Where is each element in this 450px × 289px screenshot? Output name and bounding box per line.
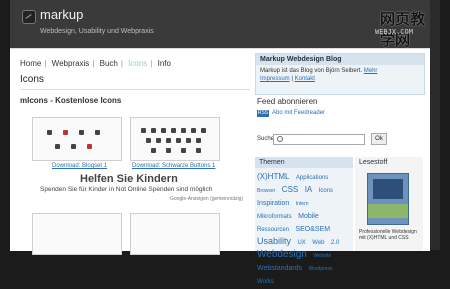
site-title[interactable]: markup xyxy=(40,7,83,22)
page-content: Home | Webpraxis | Buch | Icons | Info Icons… xyxy=(10,48,430,285)
button-sample xyxy=(176,138,181,143)
ad-attribution[interactable]: Google-Anzeigen (gemeinnützig) xyxy=(170,196,243,202)
tag-link[interactable]: Wordpress xyxy=(308,266,332,272)
watermark-url: WEBJX.COM xyxy=(375,28,413,36)
logo-icon xyxy=(22,10,36,24)
impressum-link[interactable]: Impressum xyxy=(260,76,290,82)
tag-link[interactable]: IA xyxy=(305,185,313,194)
button-sample xyxy=(151,148,156,153)
search-input[interactable] xyxy=(273,134,365,145)
button-sample xyxy=(151,128,156,133)
button-sample xyxy=(201,128,206,133)
book-title[interactable]: Professionelle Webdesign mit (X)HTML und… xyxy=(359,229,421,241)
button-sample xyxy=(156,138,161,143)
nav-separator: | xyxy=(150,59,153,68)
download-black-buttons-link[interactable]: Download: Schwarze Buttons 1 xyxy=(132,163,215,169)
icon-sample xyxy=(63,130,68,135)
site-tagline: Webdesign, Usability und Webpraxis xyxy=(40,28,154,35)
search-icon xyxy=(277,136,283,142)
topics-title: Themen xyxy=(255,157,353,168)
tag-link[interactable]: Intern xyxy=(296,201,309,207)
main-column: Home | Webpraxis | Buch | Icons | Info Icons… xyxy=(20,59,250,105)
blogset-preview[interactable] xyxy=(32,117,122,161)
book-cover-band xyxy=(368,204,408,218)
tag-cloud: (X)HTML Applications Browser CSS IA Icon… xyxy=(255,168,353,289)
icon-preview[interactable] xyxy=(32,213,122,255)
blog-description: Markup ist das Blog von Björn Seibert. M… xyxy=(260,68,378,82)
tag-link[interactable]: Mobile xyxy=(298,213,319,220)
feed-title: Feed abonnieren xyxy=(257,97,318,106)
icon-sample xyxy=(95,130,100,135)
nav-icons[interactable]: Icons xyxy=(128,59,147,68)
reading-title: Lesestoff xyxy=(359,159,388,166)
blog-title: Markup Webdesign Blog xyxy=(256,54,424,65)
tag-link[interactable]: Icons xyxy=(319,188,333,194)
tag-link[interactable]: Browser xyxy=(257,188,275,194)
icon-sample xyxy=(87,144,92,149)
black-buttons-preview[interactable] xyxy=(130,117,220,161)
button-sample xyxy=(171,128,176,133)
nav-webpraxis[interactable]: Webpraxis xyxy=(52,59,90,68)
tag-link[interactable]: Website xyxy=(313,253,331,259)
breadcrumb: Home | Webpraxis | Buch | Icons | Info xyxy=(20,59,250,68)
download-blogset-link[interactable]: Download: Blogset 1 xyxy=(52,163,107,169)
button-sample xyxy=(196,138,201,143)
nav-separator: | xyxy=(92,59,95,68)
tag-link[interactable]: Web xyxy=(312,240,324,246)
tag-link[interactable]: Webstandards xyxy=(257,265,302,272)
button-sample xyxy=(141,128,146,133)
blog-more-link[interactable]: Mehr xyxy=(364,68,378,74)
button-sample xyxy=(196,148,201,153)
button-sample xyxy=(186,138,191,143)
tag-link[interactable]: Webdesign xyxy=(257,249,307,260)
sidebar: Markup Webdesign Blog Markup ist das Blo… xyxy=(255,53,425,285)
topics-box: Themen (X)HTML Applications Browser CSS … xyxy=(255,157,353,285)
ad-text: Spenden Sie für Kinder in Not Online Spe… xyxy=(40,186,213,193)
tag-link[interactable]: Usability xyxy=(257,236,291,246)
button-sample xyxy=(181,128,186,133)
tag-link[interactable]: 2.0 xyxy=(331,240,339,246)
icon-sample xyxy=(79,130,84,135)
kontakt-link[interactable]: Kontakt xyxy=(295,76,315,82)
tag-link[interactable]: (X)HTML xyxy=(257,172,289,181)
icon-sample xyxy=(47,130,52,135)
icon-preview[interactable] xyxy=(130,213,220,255)
search-button[interactable]: Ok xyxy=(371,133,387,145)
nav-separator: | xyxy=(120,59,123,68)
nav-separator: | xyxy=(44,59,47,68)
rss-icon[interactable]: RSS xyxy=(257,110,269,117)
tag-link[interactable]: CSS xyxy=(282,185,298,194)
tag-link[interactable]: Mikroformats xyxy=(257,214,292,220)
icon-sample xyxy=(71,144,76,149)
blog-description-text: Markup ist das Blog von Björn Seibert. xyxy=(260,68,363,74)
icon-sample xyxy=(55,144,60,149)
tag-link[interactable]: SEO&SEM xyxy=(295,226,330,233)
tag-link[interactable]: Inspiration xyxy=(257,200,289,207)
button-sample xyxy=(146,138,151,143)
nav-buch[interactable]: Buch xyxy=(100,59,118,68)
button-sample xyxy=(191,128,196,133)
button-sample xyxy=(181,148,186,153)
site-header: markup Webdesign, Usability und Webpraxi… xyxy=(10,0,430,49)
button-sample xyxy=(161,128,166,133)
button-sample xyxy=(166,138,171,143)
section-title: mIcons - Kostenlose Icons xyxy=(20,96,122,105)
button-sample xyxy=(166,148,171,153)
nav-home[interactable]: Home xyxy=(20,59,41,68)
nav-info[interactable]: Info xyxy=(158,59,171,68)
feed-reader-link[interactable]: Abo mit Feedreader xyxy=(272,110,325,116)
tag-link[interactable]: UX xyxy=(297,240,305,246)
tag-link[interactable]: Works xyxy=(257,279,274,285)
page-title: Icons xyxy=(20,74,250,90)
book-cover-art xyxy=(373,179,403,199)
blog-info-box: Markup Webdesign Blog Markup ist das Blo… xyxy=(255,53,425,95)
reading-box: Lesestoff Professionelle Webdesign mit (… xyxy=(355,157,423,251)
tag-link[interactable]: Ressourcen xyxy=(257,227,289,233)
book-cover[interactable] xyxy=(367,173,409,225)
tag-link[interactable]: Applications xyxy=(296,175,328,181)
ad-title[interactable]: Helfen Sie Kindern xyxy=(80,173,178,185)
